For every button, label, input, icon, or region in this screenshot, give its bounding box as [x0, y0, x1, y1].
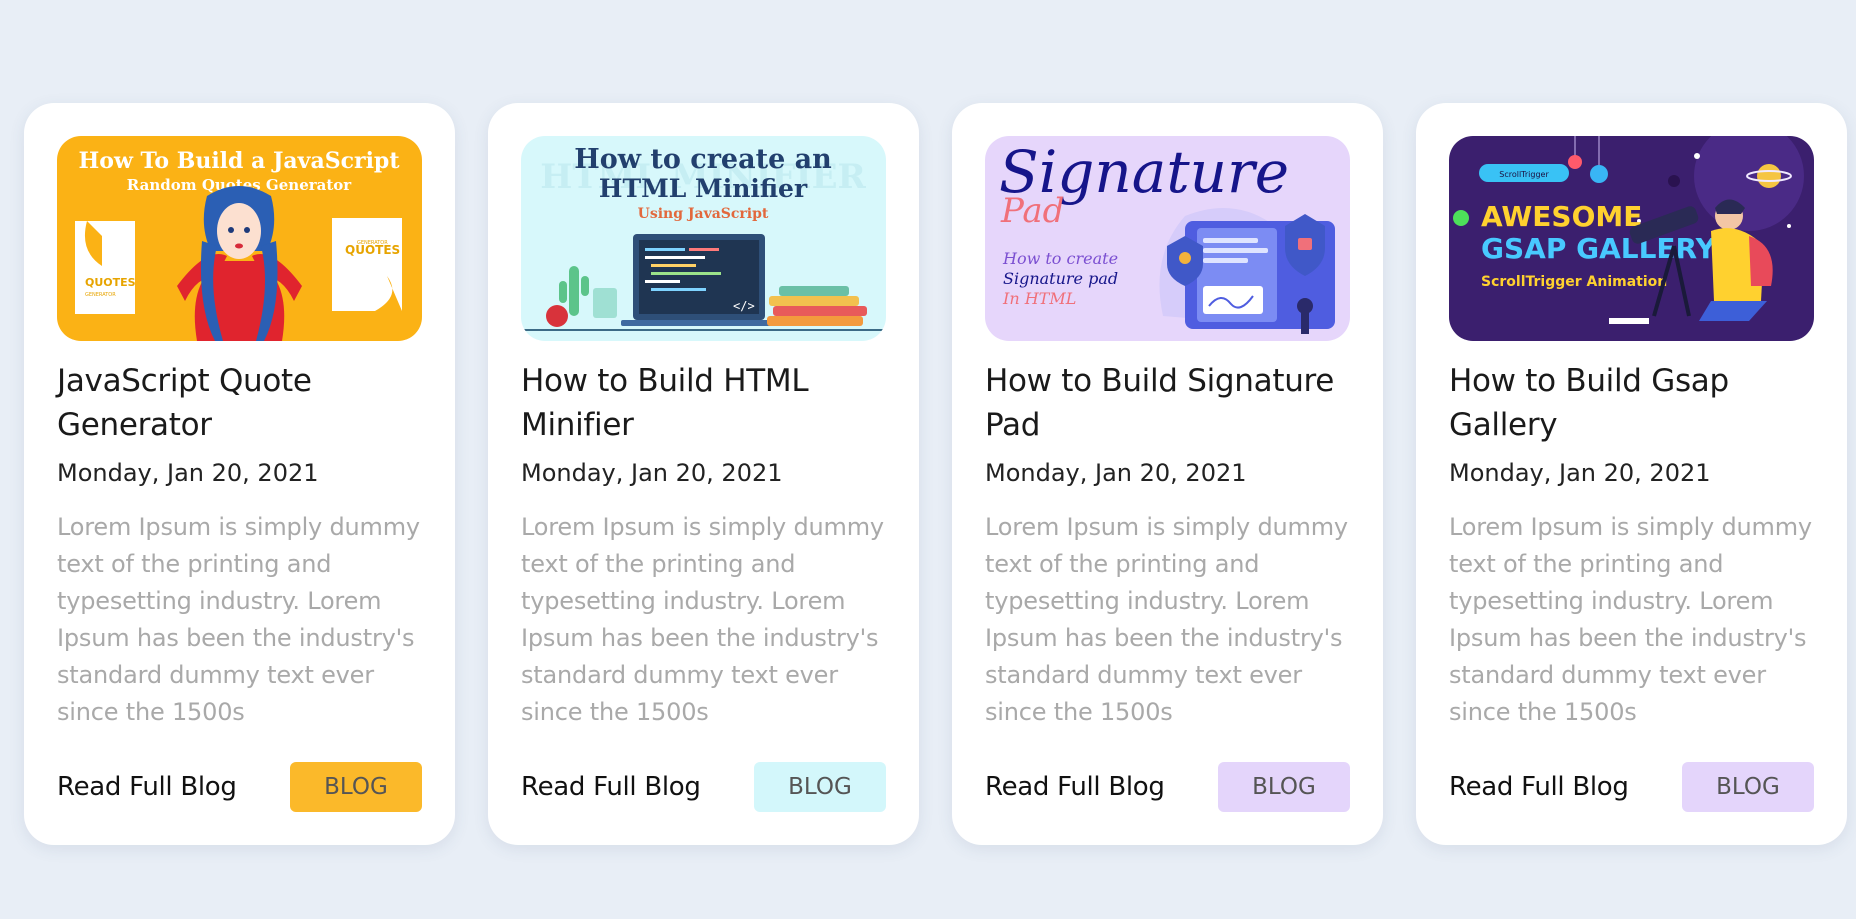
blog-date: Monday, Jan 20, 2021 — [521, 459, 783, 487]
blog-date: Monday, Jan 20, 2021 — [57, 459, 319, 487]
thumb-tagline: How to create — [1002, 249, 1118, 268]
blog-description: Lorem Ipsum is simply dummy text of the … — [1449, 513, 1812, 726]
thumb-title-line: How To Build a JavaScript — [79, 148, 401, 174]
thumb-left-tag: QUOTES — [85, 276, 136, 289]
read-full-blog-link[interactable]: Read Full Blog — [521, 772, 701, 802]
read-full-blog-link[interactable]: Read Full Blog — [57, 772, 237, 802]
thumb-right-sub: GENERATOR — [357, 240, 388, 246]
blog-card-grid: How To Build a JavaScript Random Quotes … — [24, 103, 1847, 845]
thumb-tagline-3: In HTML — [1002, 289, 1076, 308]
card-footer: Read Full Blog BLOG — [57, 762, 422, 812]
thumb-title-line: How to create an — [574, 144, 832, 175]
blog-badge-button[interactable]: BLOG — [754, 762, 886, 812]
thumb-subtitle-line: GSAP GALLERY — [1481, 232, 1717, 265]
blog-card: Signature Pad How to create Signature pa… — [952, 103, 1383, 845]
thumb-pill: ScrollTrigger — [1499, 170, 1549, 179]
blog-card: HTML MINIFIER How to create an HTML Mini… — [488, 103, 919, 845]
blog-date: Monday, Jan 20, 2021 — [985, 459, 1247, 487]
thumb-code-tag: </> — [733, 299, 755, 313]
blog-description: Lorem Ipsum is simply dummy text of the … — [57, 513, 420, 726]
blog-card: How To Build a JavaScript Random Quotes … — [24, 103, 455, 845]
blog-title[interactable]: How to Build Signature Pad — [985, 359, 1350, 447]
blog-description: Lorem Ipsum is simply dummy text of the … — [985, 513, 1348, 726]
thumb-title-line: AWESOME — [1481, 200, 1642, 233]
blog-badge-button[interactable]: BLOG — [1682, 762, 1814, 812]
thumb-subtitle-line: Pad — [1000, 191, 1064, 231]
blog-badge-button[interactable]: BLOG — [290, 762, 422, 812]
thumb-tagline: ScrollTrigger Animation — [1481, 274, 1667, 290]
card-footer: Read Full Blog BLOG — [521, 762, 886, 812]
blog-date: Monday, Jan 20, 2021 — [1449, 459, 1711, 487]
blog-title[interactable]: JavaScript Quote Generator — [57, 359, 422, 447]
blog-title[interactable]: How to Build HTML Minifier — [521, 359, 886, 447]
read-full-blog-link[interactable]: Read Full Blog — [985, 772, 1165, 802]
blog-card: ScrollTrigger AWESOME GSAP GALLERY Scrol… — [1416, 103, 1847, 845]
blog-description: Lorem Ipsum is simply dummy text of the … — [521, 513, 884, 726]
blog-thumbnail-html-minifier[interactable]: HTML MINIFIER How to create an HTML Mini… — [521, 136, 886, 341]
blog-thumbnail-gsap-gallery[interactable]: ScrollTrigger AWESOME GSAP GALLERY Scrol… — [1449, 136, 1814, 341]
blog-badge-button[interactable]: BLOG — [1218, 762, 1350, 812]
thumb-tagline: Using JavaScript — [638, 206, 769, 222]
blog-thumbnail-signature-pad[interactable]: Signature Pad How to create Signature pa… — [985, 136, 1350, 341]
card-footer: Read Full Blog BLOG — [985, 762, 1350, 812]
thumb-subtitle-line: HTML Minifier — [599, 174, 808, 203]
thumb-left-sub: GENERATOR — [85, 292, 116, 298]
blog-title[interactable]: How to Build Gsap Gallery — [1449, 359, 1814, 447]
blog-thumbnail-quote-generator[interactable]: How To Build a JavaScript Random Quotes … — [57, 136, 422, 341]
thumb-tagline-2: Signature pad — [1003, 269, 1118, 288]
card-footer: Read Full Blog BLOG — [1449, 762, 1814, 812]
read-full-blog-link[interactable]: Read Full Blog — [1449, 772, 1629, 802]
